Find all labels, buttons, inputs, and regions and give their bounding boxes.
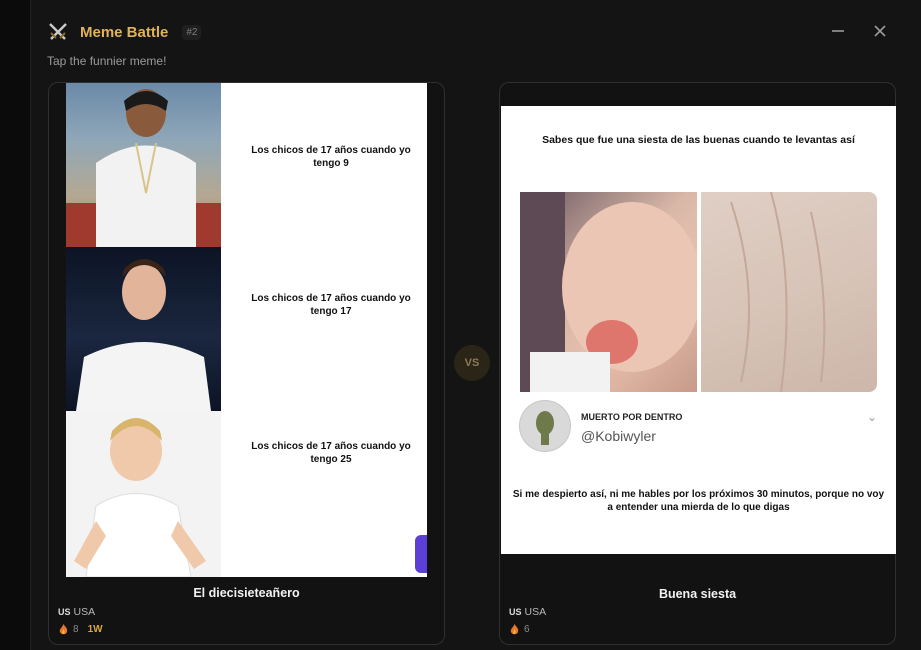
country-name-left: USA [73, 606, 96, 618]
country-code-left: US [58, 607, 71, 617]
meme-top-text: Sabes que fue una siesta de las buenas c… [542, 134, 855, 146]
meme-photo-arm [701, 191, 877, 393]
account-name: MUERTO POR DENTRO [581, 412, 683, 422]
stats-left: 8 1W [59, 624, 103, 635]
subtitle: Tap the funnier meme! [47, 54, 167, 68]
watermark-logo [415, 535, 427, 573]
meme-panel-text-2: Los chicos de 17 años cuando yo tengo 17 [251, 293, 411, 317]
country-code-right: US [509, 607, 522, 617]
meme-caption-left: El diecisieteañero [193, 586, 300, 600]
meme-image-right: Sabes que fue una siesta de las buenas c… [501, 106, 896, 554]
country-name-right: USA [524, 606, 547, 618]
meme-battle-window: Meme Battle #2 Tap the funnier meme! Los… [30, 0, 921, 650]
minus-icon [832, 30, 844, 32]
meme-panel-photo-2 [66, 247, 221, 411]
vote-count-left: 8 [73, 624, 79, 635]
app-title: Meme Battle [80, 23, 169, 41]
round-badge: #2 [182, 24, 202, 40]
rank-badge-left: 1W [87, 624, 103, 635]
meme-bottom-text: Si me despierto así, ni me hables por lo… [512, 489, 885, 513]
close-button[interactable] [869, 20, 891, 42]
crossed-swords-icon [49, 23, 67, 40]
meme-photo-baby [520, 192, 702, 392]
minimize-button[interactable] [827, 20, 849, 42]
country-right: US USA [509, 606, 546, 618]
stats-right: 6 [510, 624, 530, 635]
country-left: US USA [58, 606, 95, 618]
meme-image-left: Los chicos de 17 años cuando yo tengo 9 … [66, 83, 427, 578]
account-handle: @Kobiwyler [581, 428, 656, 444]
meme-panel-text-1: Los chicos de 17 años cuando yo tengo 9 [251, 145, 411, 169]
header: Meme Battle #2 [47, 20, 202, 44]
vote-count-right: 6 [524, 624, 530, 635]
fire-icon [510, 624, 519, 635]
window-controls [827, 20, 891, 42]
meme-panel-photo-1 [66, 83, 221, 247]
meme-card-right[interactable]: Sabes que fue una siesta de las buenas c… [499, 82, 896, 645]
vs-badge: VS [454, 345, 490, 381]
fire-icon [59, 624, 68, 635]
account-avatar [519, 400, 571, 452]
close-icon [874, 25, 886, 37]
meme-caption-right: Buena siesta [658, 587, 737, 601]
chevron-down-icon: ⌄ [867, 410, 878, 424]
meme-panel-text-3: Los chicos de 17 años cuando yo tengo 25 [251, 441, 411, 465]
meme-panel-photo-3 [66, 411, 221, 578]
meme-card-left[interactable]: Los chicos de 17 años cuando yo tengo 9 … [48, 82, 445, 645]
